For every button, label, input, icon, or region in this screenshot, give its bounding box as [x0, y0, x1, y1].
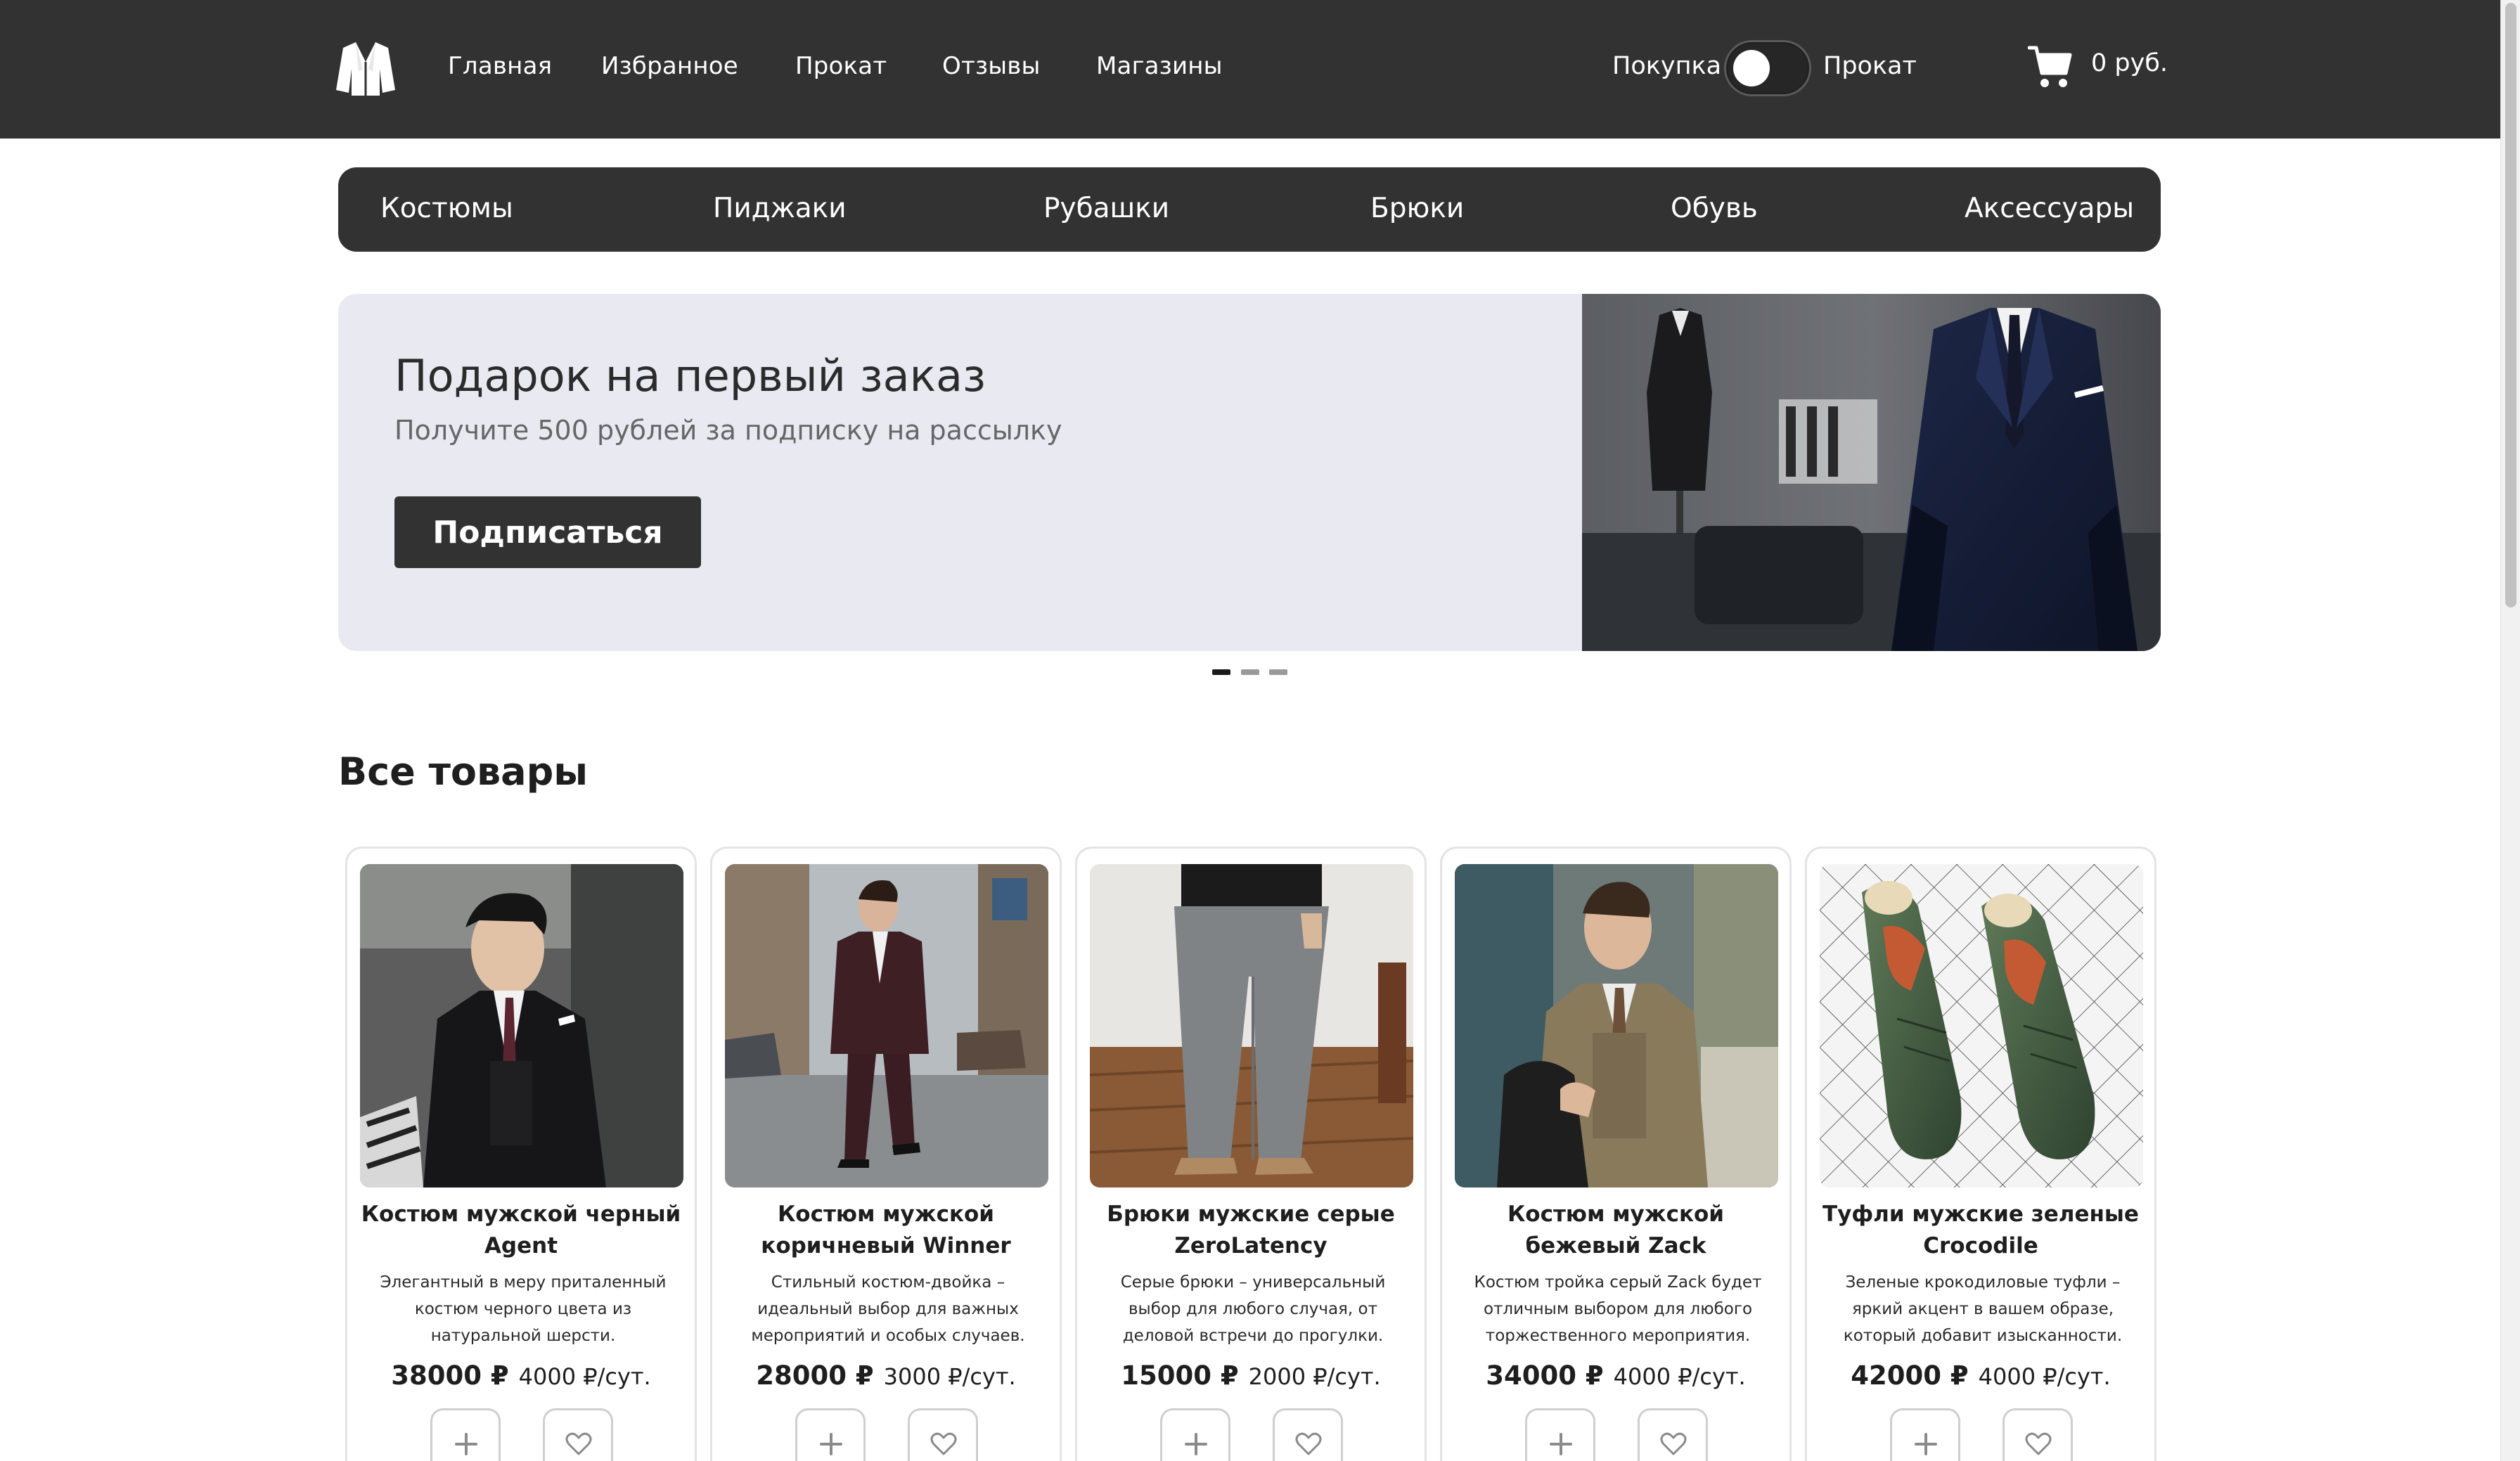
cart-icon[interactable]	[2028, 44, 2073, 90]
product-card[interactable]: Костюм мужской черный Agent Элегантный в…	[345, 847, 697, 1461]
product-prices: 42000 ₽ 4000 ₽/сут.	[1807, 1360, 2154, 1391]
nav-stores[interactable]: Магазины	[1096, 52, 1223, 80]
category-trousers[interactable]: Брюки	[1370, 193, 1464, 224]
subscribe-button[interactable]: Подписаться	[394, 496, 701, 568]
add-to-cart-button[interactable]	[430, 1408, 501, 1461]
product-name[interactable]: Туфли мужские зеленые Crocodile	[1815, 1199, 2146, 1262]
product-prices: 28000 ₽ 3000 ₽/сут.	[712, 1360, 1060, 1391]
product-rent-price: 4000 ₽/сут.	[1613, 1363, 1746, 1390]
product-prices: 15000 ₽ 2000 ₽/сут.	[1077, 1360, 1425, 1391]
add-to-cart-button[interactable]	[1525, 1408, 1595, 1461]
product-rent-price: 4000 ₽/сут.	[1978, 1363, 2111, 1390]
plus-icon	[1550, 1433, 1572, 1455]
category-bar: Костюмы Пиджаки Рубашки Брюки Обувь Аксе…	[338, 167, 2161, 252]
product-price: 28000 ₽	[756, 1360, 874, 1391]
add-to-favorites-button[interactable]	[908, 1408, 978, 1461]
product-image[interactable]	[1455, 864, 1778, 1188]
plus-icon	[820, 1433, 842, 1455]
product-name[interactable]: Брюки мужские серые ZeroLatency	[1086, 1199, 1416, 1262]
product-prices: 34000 ₽ 4000 ₽/сут.	[1442, 1360, 1789, 1391]
plus-icon	[455, 1433, 477, 1455]
category-jackets[interactable]: Пиджаки	[713, 193, 847, 224]
product-rent-price: 2000 ₽/сут.	[1248, 1363, 1381, 1390]
plus-icon	[1185, 1433, 1207, 1455]
product-description: Костюм тройка серый Zack будет отличным …	[1474, 1273, 1762, 1345]
page-scrollbar[interactable]	[2500, 0, 2520, 1461]
mode-label-rent: Прокат	[1823, 52, 1917, 80]
product-image[interactable]	[725, 864, 1048, 1188]
product-image[interactable]	[1090, 864, 1413, 1188]
nav-rental[interactable]: Прокат	[795, 52, 887, 80]
buy-rent-toggle[interactable]	[1724, 40, 1811, 96]
plus-icon	[1915, 1433, 1937, 1455]
mode-label-buy: Покупка	[1612, 52, 1722, 80]
add-to-favorites-button[interactable]	[2002, 1408, 2073, 1461]
product-rent-price: 3000 ₽/сут.	[883, 1363, 1016, 1390]
product-description: Элегантный в меру приталенный костюм чер…	[380, 1273, 667, 1345]
category-accessories[interactable]: Аксессуары	[1965, 193, 2134, 224]
jacket-logo-icon[interactable]	[336, 41, 395, 96]
category-suits[interactable]: Костюмы	[380, 193, 513, 224]
slide-dot-1[interactable]	[1212, 669, 1230, 675]
heart-icon	[2025, 1432, 2052, 1455]
product-price: 15000 ₽	[1121, 1360, 1239, 1391]
product-description: Зеленые крокодиловые туфли – яркий акцен…	[1843, 1273, 2123, 1345]
product-name[interactable]: Костюм мужской бежевый Zack	[1451, 1199, 1781, 1262]
slide-dot-2[interactable]	[1241, 669, 1259, 675]
heart-icon	[565, 1432, 592, 1455]
product-image[interactable]	[360, 864, 683, 1188]
heart-icon	[930, 1432, 957, 1455]
product-name[interactable]: Костюм мужской коричневый Winner	[721, 1199, 1051, 1262]
product-prices: 38000 ₽ 4000 ₽/сут.	[347, 1360, 695, 1391]
section-title-all-products: Все товары	[338, 749, 589, 794]
heart-icon	[1660, 1432, 1687, 1455]
product-image[interactable]	[1820, 864, 2143, 1188]
product-rent-price: 4000 ₽/сут.	[518, 1363, 651, 1390]
product-price: 38000 ₽	[391, 1360, 509, 1391]
slide-dot-3[interactable]	[1269, 669, 1287, 675]
top-header: Главная Избранное Прокат Отзывы Магазины…	[0, 0, 2500, 139]
add-to-cart-button[interactable]	[795, 1408, 866, 1461]
add-to-favorites-button[interactable]	[1273, 1408, 1343, 1461]
product-name[interactable]: Костюм мужской черный Agent	[356, 1199, 686, 1262]
banner-suit-image	[1582, 294, 2161, 651]
product-card[interactable]: Брюки мужские серые ZeroLatency Серые бр…	[1075, 847, 1427, 1461]
banner-slide-indicators	[1212, 669, 1290, 676]
add-to-favorites-button[interactable]	[543, 1408, 613, 1461]
add-to-favorites-button[interactable]	[1638, 1408, 1708, 1461]
banner-subtitle: Получите 500 рублей за подписку на рассы…	[394, 415, 1062, 446]
product-card[interactable]: Костюм мужской бежевый Zack Костюм тройк…	[1440, 847, 1792, 1461]
toggle-knob	[1733, 50, 1770, 86]
product-description: Стильный костюм-двойка – идеальный выбор…	[751, 1273, 1025, 1345]
scrollbar-thumb[interactable]	[2505, 3, 2516, 607]
category-shoes[interactable]: Обувь	[1671, 193, 1758, 224]
banner-title: Подарок на первый заказ	[394, 350, 986, 401]
cart-total[interactable]: 0 руб.	[2091, 49, 2168, 77]
add-to-cart-button[interactable]	[1890, 1408, 1960, 1461]
add-to-cart-button[interactable]	[1160, 1408, 1230, 1461]
product-card[interactable]: Туфли мужские зеленые Crocodile Зеленые …	[1805, 847, 2156, 1461]
product-card[interactable]: Костюм мужской коричневый Winner Стильны…	[710, 847, 1062, 1461]
nav-favorites[interactable]: Избранное	[601, 52, 738, 80]
promo-banner: Подарок на первый заказ Получите 500 руб…	[338, 294, 2161, 651]
category-shirts[interactable]: Рубашки	[1043, 193, 1169, 224]
nav-reviews[interactable]: Отзывы	[942, 52, 1041, 80]
nav-home[interactable]: Главная	[448, 52, 552, 80]
heart-icon	[1295, 1432, 1322, 1455]
product-description: Серые брюки – универсальный выбор для лю…	[1120, 1273, 1386, 1345]
product-price: 34000 ₽	[1486, 1360, 1604, 1391]
product-price: 42000 ₽	[1851, 1360, 1969, 1391]
